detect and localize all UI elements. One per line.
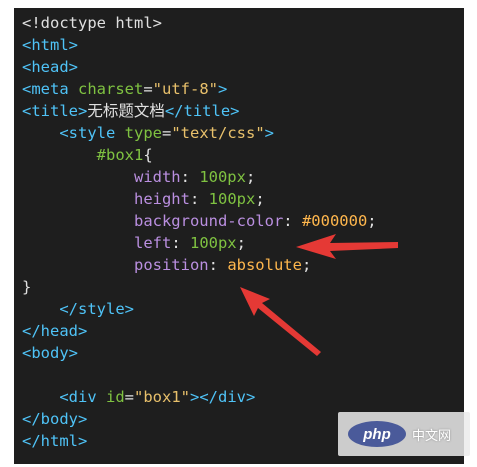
code-token: <html> [22,36,78,54]
code-line: <title>无标题文档</title> [14,100,464,122]
code-token: <style [22,124,125,142]
code-token: type [124,124,162,142]
code-token: { [143,146,153,164]
code-token: 100px [189,234,237,252]
code-token: absolute [227,256,302,274]
code-token: = [161,124,172,142]
code-token: "text/css" [171,124,265,142]
code-token: = [143,80,153,98]
code-token: = [124,388,135,406]
code-token: : [180,168,200,186]
code-token: ></div> [190,388,256,406]
code-token: 100px [208,190,256,208]
code-line: <div id="box1"></div> [14,386,464,408]
code-line: <meta charset="utf-8"> [14,78,464,100]
code-token: "utf-8" [152,80,218,98]
code-token: ; [245,168,256,186]
code-line: <head> [14,56,464,78]
code-token: charset [78,80,144,98]
code-line: width: 100px; [14,166,464,188]
code-line: <body> [14,342,464,364]
code-token: ; [367,212,377,230]
code-token: <title> [22,102,88,120]
code-line: </head> [14,320,464,342]
code-token: height [22,190,190,208]
code-token: width [22,168,181,186]
code-line: </style> [14,298,464,320]
code-token: background-color [22,212,284,230]
code-token: <div [22,388,106,406]
code-line: height: 100px; [14,188,464,210]
code-token: left [22,234,172,252]
code-token: : [189,190,209,208]
code-token: } [22,278,32,296]
code-token: > [218,80,228,98]
code-token: </html> [22,432,88,450]
code-token: </style> [22,300,134,318]
watermark-site-text: 中文网 [412,428,452,444]
code-line: background-color: #000000; [14,210,464,232]
code-token: <!doctype html> [22,14,162,32]
code-token: 无标题文档 [87,102,165,120]
code-token: <meta [22,80,78,98]
code-line: } [14,276,464,298]
code-token: ; [236,234,246,252]
code-line: position: absolute; [14,254,464,276]
code-line: <html> [14,34,464,56]
watermark: php 中文网 [338,412,470,456]
code-token: "box1" [134,388,191,406]
code-token: 100px [199,168,246,186]
code-token: </head> [22,322,88,340]
code-token: </body> [22,410,88,428]
code-line: left: 100px; [14,232,464,254]
code-token: id [106,388,125,406]
code-editor[interactable]: <!doctype html> <html> <head> <meta charset… [14,8,464,464]
code-token: : [171,234,190,252]
code-token: <body> [22,344,78,362]
code-line: #box1{ [14,144,464,166]
code-token: </title> [164,102,240,120]
code-token: : [283,212,302,230]
code-token: #box1 [22,146,144,164]
code-line: <style type="text/css"> [14,122,464,144]
php-logo: php [348,421,406,447]
code-token: : [208,256,228,274]
code-token: ; [301,256,312,274]
screenshot: <!doctype html> <html> <head> <meta charset… [0,0,477,467]
code-token: > [264,124,274,142]
code-token: #000000 [301,212,368,230]
code-token: position [22,256,209,274]
code-line: <!doctype html> [14,12,464,34]
code-token: ; [255,190,265,208]
code-token: <head> [22,58,78,76]
